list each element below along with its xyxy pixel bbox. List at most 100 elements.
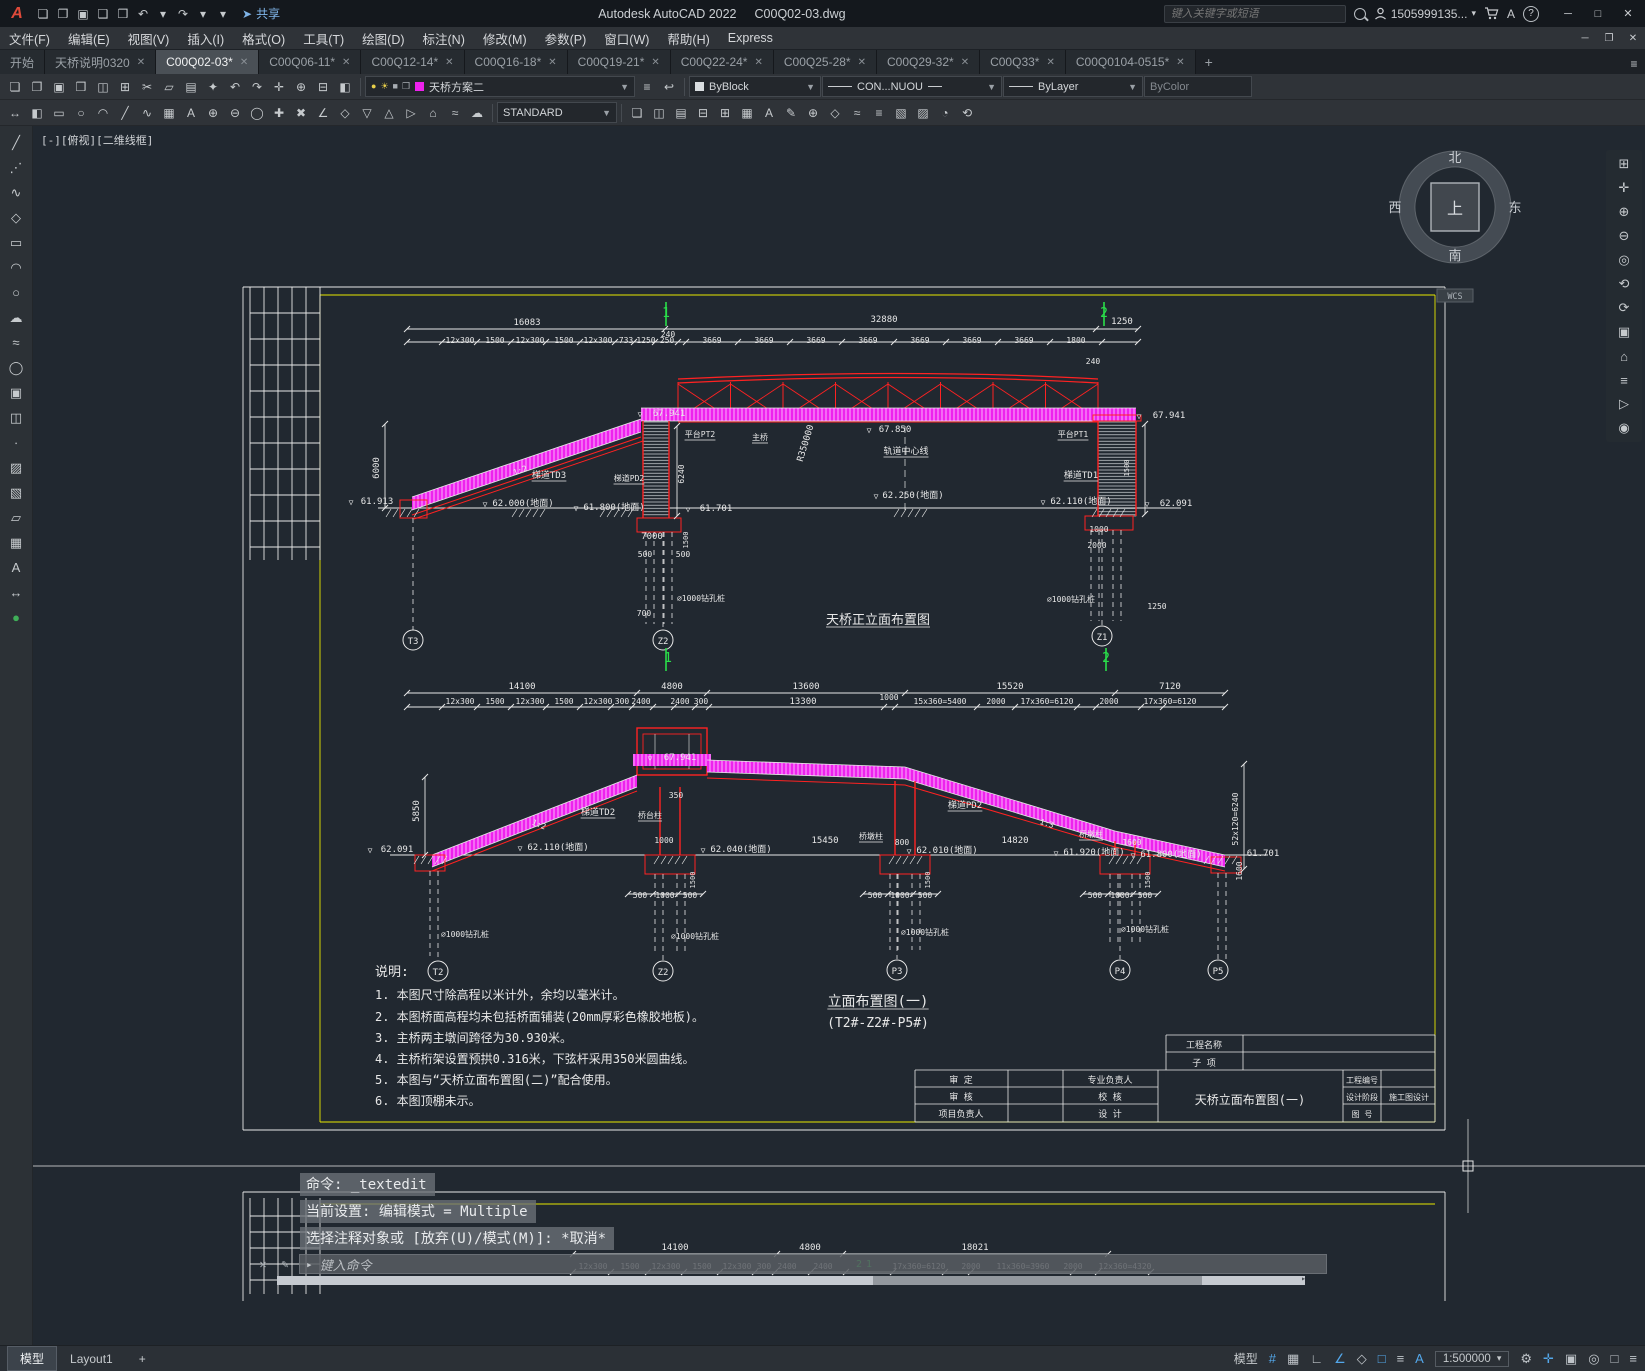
menu-item-修改M[interactable]: 修改(M) bbox=[474, 27, 536, 49]
command-window[interactable]: 命令: _textedit 当前设置: 编辑模式 = Multiple 选择注释对象… bbox=[255, 1173, 1345, 1285]
command-close-icon[interactable]: ✕ bbox=[255, 1257, 271, 1271]
home-icon[interactable]: ⌂ bbox=[422, 103, 444, 123]
text-icon[interactable]: A bbox=[180, 103, 202, 123]
file-tab[interactable]: C00Q29-32* ✕ bbox=[876, 50, 981, 74]
close-icon[interactable]: ✕ bbox=[342, 57, 350, 68]
layout-tab-模型[interactable]: 模型 bbox=[6, 1346, 58, 1371]
table-tool-icon[interactable]: ▦ bbox=[4, 534, 28, 551]
dimension-icon[interactable]: ↔ bbox=[4, 103, 26, 123]
arc-tool-icon[interactable]: ◠ bbox=[4, 259, 28, 276]
rewind-icon[interactable]: ⟲ bbox=[1612, 276, 1636, 292]
match-properties-icon[interactable]: ✦ bbox=[202, 77, 224, 97]
pan-icon[interactable]: ✛ bbox=[1612, 180, 1636, 196]
tab-overflow-icon[interactable]: ≡ bbox=[1623, 54, 1645, 74]
file-tab[interactable]: C00Q16-18* ✕ bbox=[464, 50, 568, 74]
line-tool-icon[interactable]: ╱ bbox=[4, 134, 28, 151]
gradient-icon[interactable]: ▧ bbox=[890, 103, 912, 123]
isolate-objects-icon[interactable]: ◎ bbox=[1588, 1351, 1599, 1367]
target-icon[interactable]: ◉ bbox=[1612, 420, 1636, 436]
leader-icon[interactable]: ◧ bbox=[26, 103, 48, 123]
menu-item-编辑E[interactable]: 编辑(E) bbox=[59, 27, 119, 49]
workspace-gear-icon[interactable]: ⚙ bbox=[1520, 1351, 1532, 1367]
maximize-button[interactable]: □ bbox=[1583, 2, 1613, 26]
copy-icon[interactable]: ▱ bbox=[158, 77, 180, 97]
layout-tab-Layout1[interactable]: Layout1 bbox=[58, 1349, 125, 1369]
file-tab[interactable]: C00Q22-24* ✕ bbox=[670, 50, 774, 74]
menu-item-参数P[interactable]: 参数(P) bbox=[536, 27, 596, 49]
block-icon[interactable]: ❏ bbox=[626, 103, 648, 123]
redo-icon[interactable]: ↷ bbox=[174, 4, 192, 24]
autodesk-app-icon[interactable]: A bbox=[1507, 7, 1515, 21]
units-icon[interactable]: ▣ bbox=[1565, 1351, 1577, 1367]
region-tool-icon[interactable]: ▱ bbox=[4, 509, 28, 526]
menu-item-绘图D[interactable]: 绘图(D) bbox=[353, 27, 413, 49]
new-file-icon[interactable]: ❏ bbox=[34, 4, 52, 24]
open-icon[interactable]: ❐ bbox=[26, 77, 48, 97]
close-icon[interactable]: ✕ bbox=[961, 57, 969, 68]
file-tab[interactable]: C00Q19-21* ✕ bbox=[567, 50, 671, 74]
zoom-window-icon[interactable]: ⊟ bbox=[312, 77, 334, 97]
hatch-tool-icon[interactable]: ▨ bbox=[4, 459, 28, 476]
menu-item-工具T[interactable]: 工具(T) bbox=[294, 27, 353, 49]
file-tab[interactable]: C00Q12-14* ✕ bbox=[361, 50, 465, 74]
clean-screen-icon[interactable]: □ bbox=[1611, 1351, 1619, 1367]
grid-icon[interactable]: # bbox=[1269, 1351, 1276, 1367]
account-button[interactable]: 1505999135... ▾ bbox=[1374, 7, 1476, 21]
play-icon[interactable]: ▷ bbox=[400, 103, 422, 123]
open-file-icon[interactable]: ❐ bbox=[54, 4, 72, 24]
plot-icon[interactable]: ❒ bbox=[114, 4, 132, 24]
forward-icon[interactable]: ⟳ bbox=[1612, 300, 1636, 316]
share-button[interactable]: ➤ 共享 bbox=[242, 5, 280, 22]
edit-icon[interactable]: ✎ bbox=[780, 103, 802, 123]
layer-previous-icon[interactable]: ↩ bbox=[658, 77, 680, 97]
circle-tool-icon[interactable]: ○ bbox=[4, 284, 28, 301]
revision-cloud-tool-icon[interactable]: ☁ bbox=[4, 309, 28, 326]
save-as-icon[interactable]: ❑ bbox=[94, 4, 112, 24]
search-icon[interactable] bbox=[1353, 7, 1366, 20]
model-space-canvas[interactable]: 16083 32880 1250 1 2 240 12x300 1500 12x300 1500 1… bbox=[33, 126, 1645, 1345]
new-tab-button[interactable]: + bbox=[1196, 50, 1222, 74]
spline2-icon[interactable]: ≈ bbox=[846, 103, 868, 123]
close-icon[interactable]: ✕ bbox=[1176, 57, 1184, 68]
measure-icon[interactable]: ⊕ bbox=[802, 103, 824, 123]
play-icon[interactable]: ▷ bbox=[1612, 396, 1636, 412]
undo-dropdown-icon[interactable]: ▾ bbox=[154, 4, 172, 24]
full-navigation-wheel-icon[interactable]: ⊞ bbox=[1612, 156, 1636, 172]
polygon-icon[interactable]: ◇ bbox=[334, 103, 356, 123]
qnew-icon[interactable]: ❏ bbox=[4, 77, 26, 97]
move-icon[interactable]: ✚ bbox=[268, 103, 290, 123]
orbit-icon[interactable]: ◎ bbox=[1612, 252, 1636, 268]
close-icon[interactable]: ✕ bbox=[858, 57, 866, 68]
minimize-button[interactable]: ─ bbox=[1553, 2, 1583, 26]
paste-icon[interactable]: ▤ bbox=[180, 77, 202, 97]
zoom-out-icon[interactable]: ⊖ bbox=[1612, 228, 1636, 244]
viewport-controls[interactable]: [-][俯视][二维线框] bbox=[41, 133, 153, 147]
redo-icon[interactable]: ↷ bbox=[246, 77, 268, 97]
circle-icon[interactable]: ○ bbox=[70, 103, 92, 123]
zoom-in-icon[interactable]: ⊕ bbox=[1612, 204, 1636, 220]
cut-icon[interactable]: ✂ bbox=[136, 77, 158, 97]
hatch-icon[interactable]: ▦ bbox=[736, 103, 758, 123]
osnap-icon[interactable]: □ bbox=[1378, 1351, 1386, 1367]
file-tab[interactable]: C00Q25-28* ✕ bbox=[773, 50, 877, 74]
dimension-tool-icon[interactable]: ↔ bbox=[4, 584, 28, 601]
doc-close-button[interactable]: ✕ bbox=[1621, 28, 1645, 48]
erase-icon[interactable]: ✖ bbox=[290, 103, 312, 123]
group-icon[interactable]: ⊟ bbox=[692, 103, 714, 123]
mirror-icon[interactable]: ▽ bbox=[356, 103, 378, 123]
showmotion-icon[interactable]: ▣ bbox=[1612, 324, 1636, 340]
qsave-icon[interactable]: ▣ bbox=[48, 77, 70, 97]
undo-icon[interactable]: ↶ bbox=[134, 4, 152, 24]
pie-icon[interactable]: ◔ bbox=[934, 103, 956, 123]
menu-item-文件F[interactable]: 文件(F) bbox=[0, 27, 59, 49]
plot-preview-icon[interactable]: ◫ bbox=[92, 77, 114, 97]
annotation-icon[interactable]: A bbox=[1415, 1351, 1424, 1367]
text-style-dropdown[interactable]: STANDARD ▼ bbox=[497, 102, 617, 123]
close-button[interactable]: ✕ bbox=[1613, 2, 1643, 26]
list-icon[interactable]: ≡ bbox=[868, 103, 890, 123]
properties-icon[interactable]: ◧ bbox=[334, 77, 356, 97]
model-space-button[interactable]: 模型 bbox=[1234, 1350, 1258, 1367]
polyline-tool-icon[interactable]: ∿ bbox=[4, 184, 28, 201]
lineweight-icon[interactable]: ≡ bbox=[1397, 1351, 1405, 1367]
render-tool-icon[interactable]: ● bbox=[4, 609, 28, 626]
